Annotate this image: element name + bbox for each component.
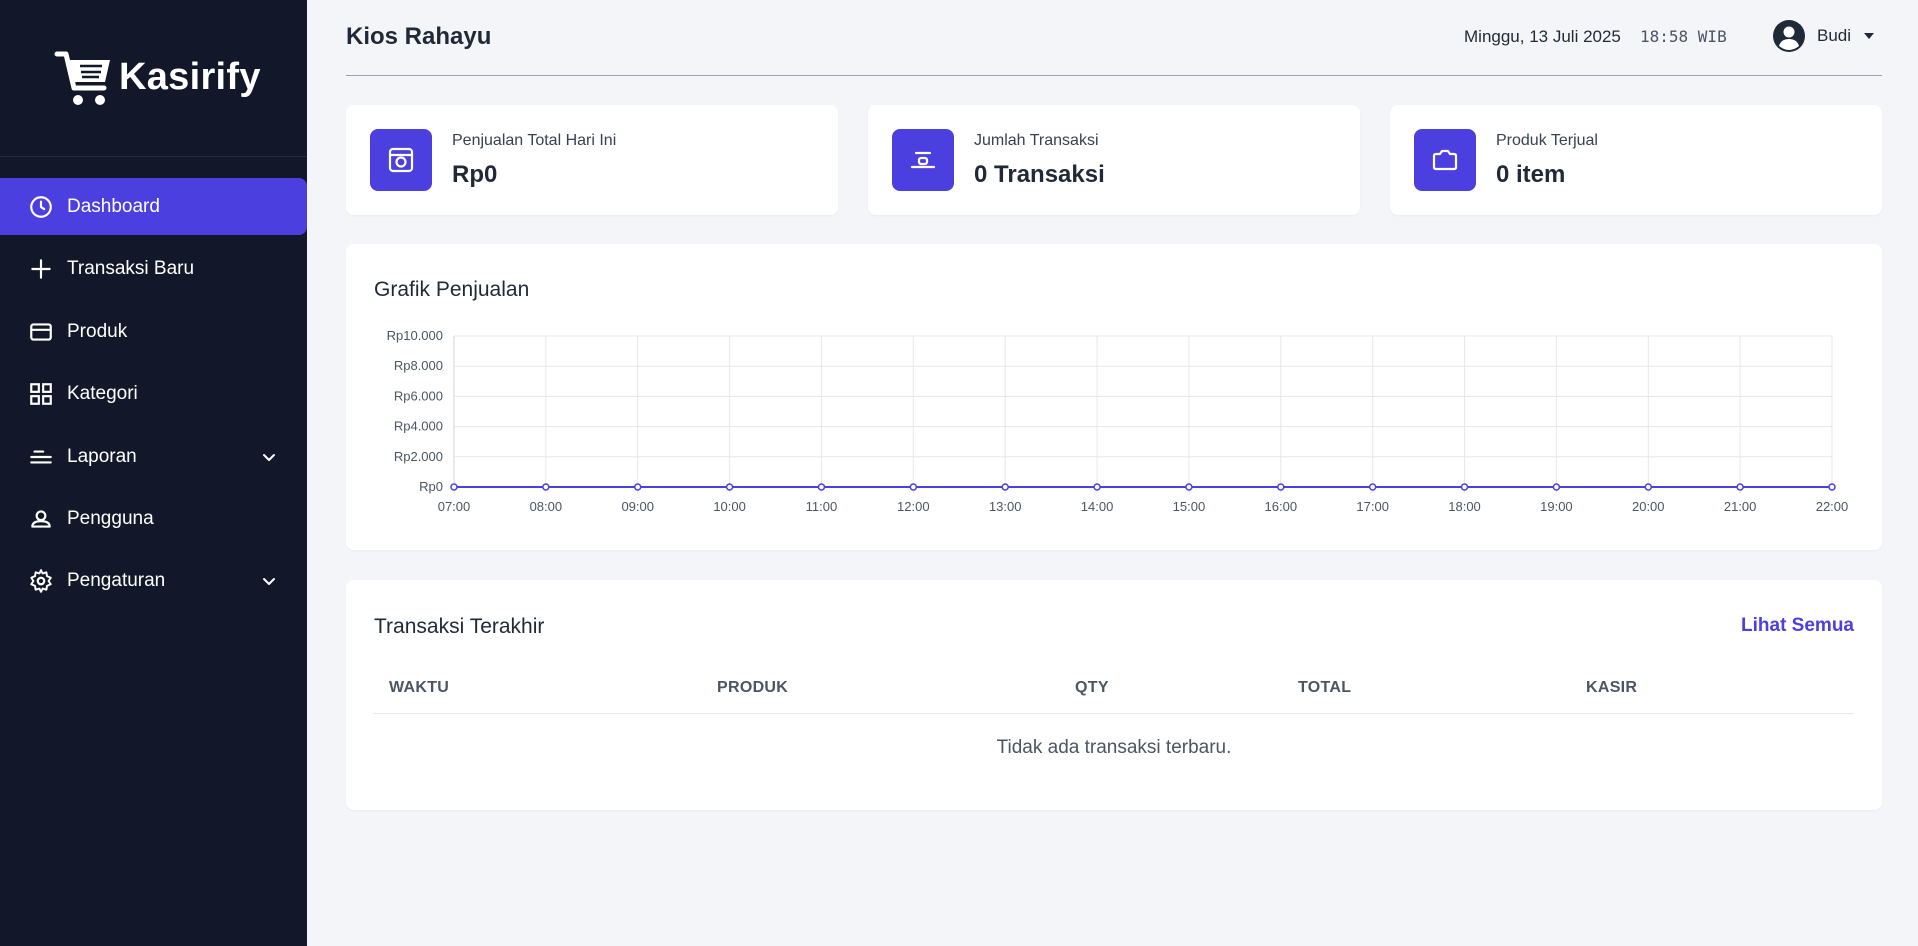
table-header-divider [374,713,1854,714]
x-tick-label: 19:00 [1540,499,1573,514]
grid-icon [30,382,52,405]
data-point [633,483,642,491]
y-tick-label: Rp0 [419,479,443,494]
data-point [1093,483,1101,491]
card-icon [30,322,52,341]
x-tick-label: 20:00 [1632,499,1665,514]
page-title: Kios Rahayu [346,23,492,50]
data-point [1552,483,1561,491]
chevron-down-icon [263,577,275,585]
sidebar: Kasirify Dashboard Transaksi Baru Produk… [0,0,307,946]
lines-icon [30,450,52,463]
y-tick-label: Rp2.000 [394,449,443,464]
y-tick-label: Rp10.000 [387,328,443,343]
sidebar-item-label: Transaksi Baru [67,257,195,279]
column-header-produk[interactable]: PRODUK [717,679,788,697]
data-point [1185,483,1193,491]
data-point [817,483,826,491]
sidebar-item-pengguna[interactable]: Pengguna [0,490,307,547]
stat-value: 0 Transaksi [974,161,1105,188]
stat-label: Produk Terjual [1496,132,1598,149]
x-tick-label: 11:00 [806,499,838,514]
recent-transactions-card: Transaksi Terakhir Lihat Semua WAKTU PRO… [346,580,1882,810]
data-point [1736,483,1744,491]
stat-value: Rp0 [452,161,498,188]
sidebar-item-label: Pengguna [67,507,154,529]
plus-icon [31,258,51,279]
user-name: Budi [1817,26,1852,45]
data-point [1828,483,1836,491]
data-point [1460,483,1469,491]
scale-icon [892,129,954,191]
data-point [909,483,918,491]
sales-chart-card: Grafik Penjualan Rp0 Rp2.000 Rp4.000 Rp6.00… [346,244,1882,550]
sidebar-item-label: Produk [67,320,128,342]
x-tick-label: 15:00 [1173,499,1206,514]
y-tick-label: Rp6.000 [394,388,443,403]
data-point [1644,483,1653,491]
user-circle-icon [1773,20,1805,52]
current-time: 18:58 WIB [1640,27,1727,46]
data-point [450,483,458,491]
user-icon [31,509,51,528]
brand: Kasirify [0,0,307,157]
stat-card-products-sold: Produk Terjual 0 item [1390,105,1882,215]
column-header-total[interactable]: TOTAL [1298,679,1351,697]
x-tick-label: 07:00 [438,499,471,514]
sidebar-item-pengaturan[interactable]: Pengaturan [0,552,307,609]
x-tick-label: 12:00 [897,499,930,514]
chevron-down-icon [263,453,275,461]
sidebar-item-label: Dashboard [67,195,160,217]
x-tick-label: 10:00 [713,499,746,514]
caret-down-icon [1864,33,1874,39]
sidebar-item-label: Kategori [67,382,138,404]
stat-card-transaction-count: Jumlah Transaksi 0 Transaksi [868,105,1360,215]
sidebar-item-dashboard[interactable]: Dashboard [0,178,307,235]
camera-icon [370,129,432,191]
x-tick-label: 16:00 [1265,499,1298,514]
stat-card-total-sales: Penjualan Total Hari Ini Rp0 [346,105,838,215]
stat-value: 0 item [1496,161,1566,188]
stat-label: Penjualan Total Hari Ini [452,132,617,149]
empty-state-message: Tidak ada transaksi terbaru. [996,737,1232,758]
x-tick-label: 21:00 [1724,499,1757,514]
y-tick-label: Rp4.000 [394,419,443,434]
sidebar-item-laporan[interactable]: Laporan [0,428,307,485]
data-point [1368,483,1377,491]
x-tick-label: 22:00 [1816,499,1849,514]
sidebar-item-transaksi-baru[interactable]: Transaksi Baru [0,240,307,297]
x-tick-label: 09:00 [621,499,654,514]
x-tick-label: 14:00 [1081,499,1114,514]
column-header-waktu[interactable]: WAKTU [389,679,449,697]
data-point [1001,483,1009,491]
y-tick-label: Rp8.000 [394,358,443,373]
column-header-qty[interactable]: QTY [1075,679,1109,697]
x-tick-label: 17:00 [1356,499,1389,514]
brand-name: Kasirify [119,56,261,98]
clock-icon [30,195,52,218]
shopping-cart-icon [54,51,110,105]
user-menu-button[interactable]: Budi [1772,18,1882,56]
sidebar-item-label: Pengaturan [67,569,166,591]
sales-line-chart: Rp0 Rp2.000 Rp4.000 Rp6.000 Rp8.000 Rp10.000 0… [387,328,1849,514]
top-header: Kios Rahayu Minggu, 13 Juli 2025 18:58 W… [346,0,1882,76]
current-date: Minggu, 13 Juli 2025 [1464,27,1621,46]
column-header-kasir[interactable]: KASIR [1586,679,1637,697]
data-point [1277,483,1285,491]
stat-label: Jumlah Transaksi [974,132,1099,149]
x-tick-label: 18:00 [1448,499,1481,514]
data-point [725,483,734,491]
x-tick-label: 08:00 [530,499,563,514]
bag-icon [1414,129,1476,191]
x-tick-label: 13:00 [989,499,1022,514]
data-point [542,483,550,491]
sidebar-item-label: Laporan [67,445,137,467]
see-all-link[interactable]: Lihat Semua [1741,615,1854,637]
transactions-title: Transaksi Terakhir [374,615,545,638]
sidebar-item-produk[interactable]: Produk [0,303,307,360]
gear-icon [30,568,52,593]
sidebar-item-kategori[interactable]: Kategori [0,365,307,422]
